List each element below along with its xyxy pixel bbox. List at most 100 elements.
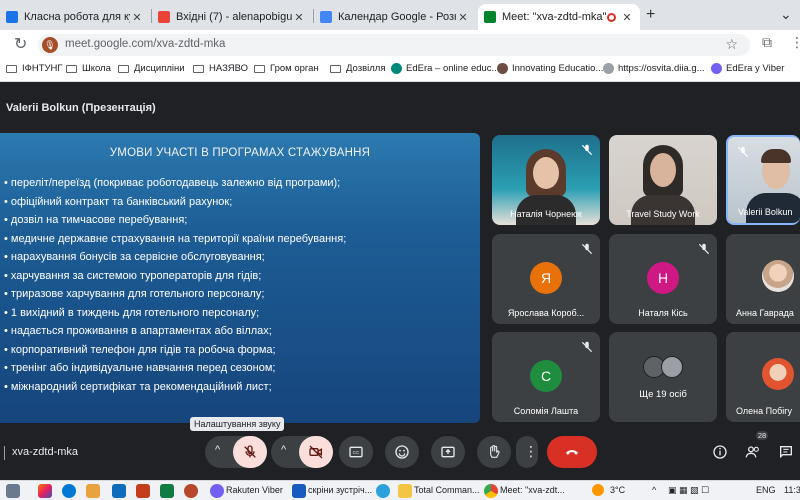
- slide-bullet: • тренінг або індивідуальне навчання пер…: [4, 362, 276, 374]
- tab-gmail[interactable]: Вхідні (7) - alenapobigun@gm... ✕: [152, 4, 312, 30]
- captions-button[interactable]: CC: [339, 436, 373, 468]
- widgets-icon[interactable]: [6, 484, 20, 498]
- mic-off-icon: [737, 146, 749, 158]
- meet-control-bar: xva-zdtd-mka ^ ^ CC ⋮: [0, 434, 800, 474]
- mic-off-icon: [244, 445, 256, 458]
- mic-off-icon: [581, 243, 593, 255]
- edge-icon[interactable]: [62, 484, 76, 498]
- bookmark-folder[interactable]: ІФНТУНГ: [6, 63, 63, 74]
- tab-search-icon[interactable]: ⌄: [780, 6, 792, 23]
- bookmark-folder[interactable]: Гром орган: [254, 63, 319, 74]
- tab-calendar[interactable]: Календар Google - Розклад по... ✕: [314, 4, 476, 30]
- audio-settings-chevron-icon[interactable]: ^: [215, 444, 220, 456]
- file-explorer-icon[interactable]: [86, 484, 100, 498]
- camera-toggle-button[interactable]: [299, 436, 333, 468]
- reload-icon[interactable]: ↻: [14, 34, 27, 54]
- address-toolbar: ↻ 🎙 meet.google.com/xva-zdtd-mka ☆ ⧉ ⋮: [0, 30, 800, 58]
- people-icon[interactable]: [744, 444, 762, 460]
- present-button[interactable]: [431, 436, 465, 468]
- mic-toggle-button[interactable]: [233, 436, 267, 468]
- raise-hand-button[interactable]: [477, 436, 511, 468]
- gmail-icon: [158, 11, 170, 23]
- bookmark-folder[interactable]: Школа: [66, 63, 111, 74]
- excel-icon[interactable]: [160, 484, 174, 498]
- reactions-button[interactable]: [385, 436, 419, 468]
- taskbar-item-label[interactable]: Meet: "xva-zdt...: [500, 485, 565, 495]
- participant-tile[interactable]: Travel Study Work: [609, 135, 717, 225]
- close-tab-icon[interactable]: ✕: [620, 11, 634, 24]
- participant-tile[interactable]: Анна Гаврада: [726, 234, 800, 324]
- meet-icon: [484, 11, 496, 23]
- close-tab-icon[interactable]: ✕: [292, 11, 306, 24]
- taskbar-item-label[interactable]: Total Comman...: [414, 485, 480, 495]
- url-text[interactable]: meet.google.com/xva-zdtd-mka: [65, 38, 225, 50]
- extensions-icon[interactable]: ⧉: [762, 34, 772, 51]
- presenter-label: Valerii Bolkun (Презентація): [6, 102, 156, 114]
- video-settings-chevron-icon[interactable]: ^: [281, 444, 286, 456]
- chrome-icon[interactable]: [484, 484, 498, 498]
- copilot-icon[interactable]: [38, 484, 52, 498]
- language-indicator[interactable]: ENG: [756, 485, 776, 495]
- bookmark-link[interactable]: EdEra – online educ...: [391, 63, 499, 74]
- site-info-icon[interactable]: 🎙: [42, 37, 58, 53]
- app-icon[interactable]: [184, 484, 198, 498]
- tab-title: Вхідні (7) - alenapobigun@gm...: [176, 11, 292, 23]
- slide-bullet: • харчування за системою туроператорів д…: [4, 269, 262, 282]
- close-tab-icon[interactable]: ✕: [456, 11, 470, 24]
- more-participants-label: Ще 19 осіб: [639, 389, 687, 400]
- participant-tile[interactable]: С Соломія Лашта: [492, 332, 600, 422]
- divider: [4, 446, 5, 460]
- slide-bullet: • 1 вихідний в тиждень для готельного пе…: [4, 306, 260, 319]
- slide-bullet: • нарахування бонусів за сервісне обслуг…: [4, 251, 265, 263]
- present-screen-icon: [441, 446, 455, 458]
- globe-icon: [603, 63, 614, 74]
- tray-icons[interactable]: ▣ ▦ ▧ ☐: [668, 485, 709, 496]
- browser-menu-icon[interactable]: ⋮: [790, 34, 800, 51]
- taskbar-item-label[interactable]: Rakuten Viber: [226, 485, 283, 495]
- meet-stage: Valerii Bolkun (Презентація) УМОВИ УЧАСТ…: [0, 82, 800, 474]
- clock[interactable]: 11:3: [784, 485, 800, 495]
- bookmark-folder[interactable]: Дисципліни: [118, 63, 185, 74]
- omnibox[interactable]: 🎙 meet.google.com/xva-zdtd-mka ☆: [38, 34, 750, 56]
- avatar: Я: [530, 262, 562, 294]
- bookmark-link[interactable]: EdEra у Viber: [711, 63, 784, 74]
- leave-call-button[interactable]: [547, 436, 597, 468]
- word-icon[interactable]: [292, 484, 306, 498]
- mic-control-group: ^: [205, 436, 267, 468]
- meeting-details-icon[interactable]: [712, 444, 728, 460]
- participant-tile-speaking[interactable]: Valerii Bolkun: [726, 135, 800, 225]
- bookmark-star-icon[interactable]: ☆: [725, 36, 738, 53]
- total-commander-icon[interactable]: [398, 484, 412, 498]
- participant-tile[interactable]: Олена Побігу: [726, 332, 800, 422]
- folder-icon: [6, 64, 17, 73]
- participant-video: [650, 153, 676, 187]
- hang-up-icon: [566, 450, 578, 455]
- powerpoint-icon[interactable]: [136, 484, 150, 498]
- bookmark-link[interactable]: Innovating Educatio...: [497, 63, 603, 74]
- bookmark-folder[interactable]: Дозвілля: [330, 63, 385, 74]
- slide-bullet: • дозвіл на тимчасове перебування;: [4, 214, 188, 226]
- tab-meet[interactable]: Meet: "xva-zdtd-mka" ✕: [478, 4, 640, 30]
- weather-icon: [592, 484, 604, 496]
- telegram-icon[interactable]: [376, 484, 390, 498]
- outlook-icon[interactable]: [112, 484, 126, 498]
- taskbar-item-label[interactable]: скріни зустріч...: [308, 485, 372, 495]
- chat-icon[interactable]: [778, 444, 794, 460]
- bookmark-link[interactable]: https://osvita.diia.g...: [603, 63, 705, 74]
- participant-name: Олена Побігу: [736, 406, 793, 416]
- new-tab-button[interactable]: +: [646, 6, 655, 24]
- bookmark-folder[interactable]: НАЗЯВО: [193, 63, 248, 74]
- close-tab-icon[interactable]: ✕: [130, 11, 144, 24]
- more-options-button[interactable]: ⋮: [516, 436, 538, 468]
- more-participants-tile[interactable]: Ще 19 осіб: [609, 332, 717, 422]
- participant-tile[interactable]: Я Ярослава Короб...: [492, 234, 600, 324]
- bookmark-label: EdEra – online educ...: [406, 63, 500, 74]
- tab-classroom[interactable]: Класна робота для курсу "Гео... ✕: [0, 4, 150, 30]
- participant-tile[interactable]: Наталія Чорнеюк: [492, 135, 600, 225]
- slide-bullet: • офіційний контракт та банківський раху…: [4, 195, 233, 208]
- viber-icon[interactable]: [210, 484, 224, 498]
- slide-bullet: • триразове харчування для готельного пе…: [4, 288, 265, 300]
- participant-tile[interactable]: Н Наталя Кісь: [609, 234, 717, 324]
- calendar-icon: [320, 11, 332, 23]
- tray-chevron-icon[interactable]: ^: [652, 485, 656, 495]
